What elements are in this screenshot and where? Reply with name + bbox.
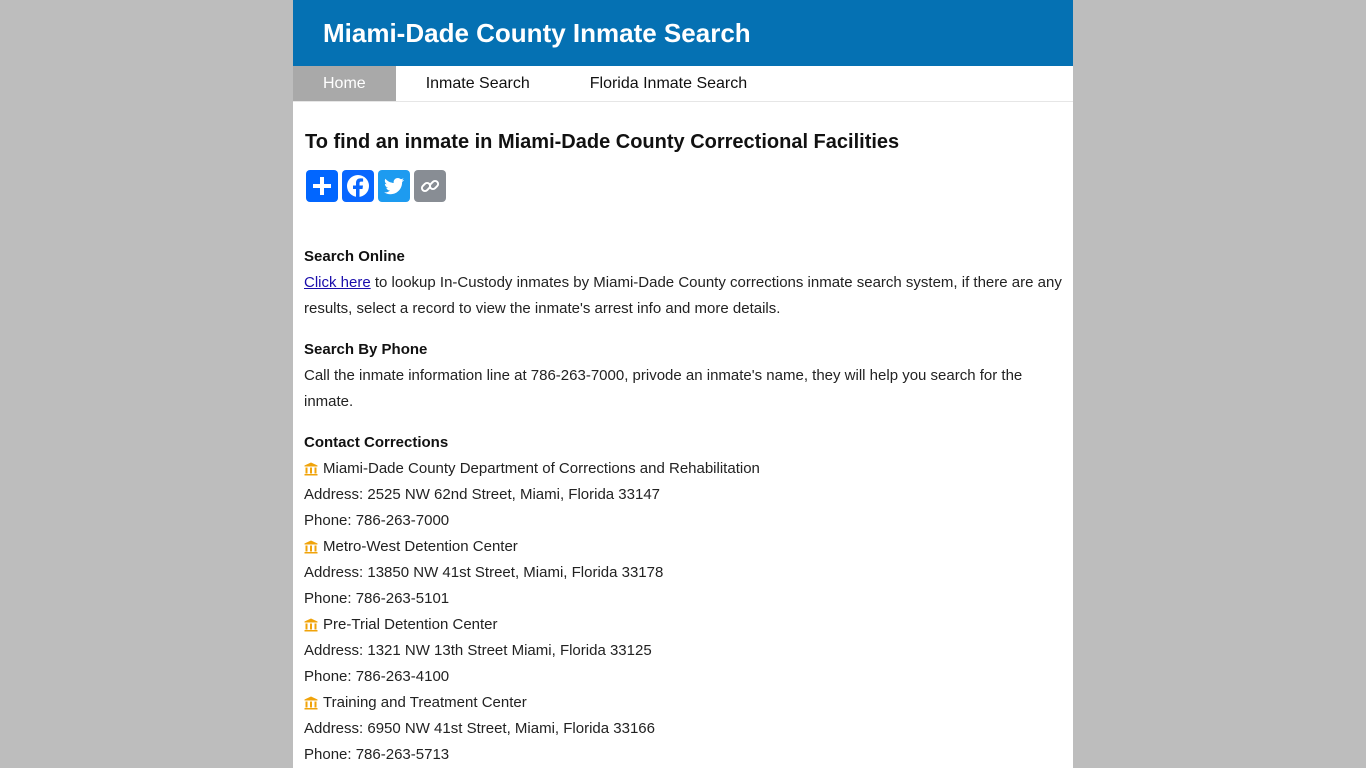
search-online-title: Search Online: [304, 248, 405, 265]
building-icon: [304, 696, 318, 710]
plus-icon: [313, 177, 331, 195]
facility-name-text: Miami-Dade County Department of Correcti…: [323, 460, 760, 477]
twitter-icon: [384, 177, 405, 195]
nav-inmate-search[interactable]: Inmate Search: [396, 66, 560, 101]
search-phone-section: Search By Phone Call the inmate informat…: [304, 337, 1062, 415]
contact-section: Contact Corrections Miami-Dade County De…: [304, 430, 1062, 768]
share-twitter-button[interactable]: [378, 170, 410, 202]
site-header: Miami-Dade County Inmate Search: [293, 0, 1073, 66]
copy-link-icon: [420, 179, 440, 193]
share-bar: [306, 170, 1062, 202]
facility-address: Address: 13850 NW 41st Street, Miami, Fl…: [304, 564, 664, 581]
copy-link-button[interactable]: [414, 170, 446, 202]
facility-name-text: Metro-West Detention Center: [323, 538, 518, 555]
facility-address: Address: 2525 NW 62nd Street, Miami, Flo…: [304, 486, 661, 503]
main-content: To find an inmate in Miami-Dade County C…: [293, 130, 1073, 768]
facility-address: Address: 6950 NW 41st Street, Miami, Flo…: [304, 720, 655, 737]
building-icon: [304, 618, 318, 632]
facility-name: Metro-West Detention Center: [304, 534, 1062, 560]
facility-phone: Phone: 786-263-5101: [304, 590, 450, 607]
search-online-section: Search Online Click here to lookup In-Cu…: [304, 244, 1062, 322]
facility-name: Miami-Dade County Department of Correcti…: [304, 456, 1062, 482]
building-icon: [304, 540, 318, 554]
search-online-text: Click here to lookup In-Custody inmates …: [304, 270, 1062, 322]
facebook-icon: [347, 175, 369, 198]
facility-name-text: Training and Treatment Center: [323, 694, 527, 711]
nav-home[interactable]: Home: [293, 66, 396, 101]
facility-address: Address: 1321 NW 13th Street Miami, Flor…: [304, 642, 652, 659]
nav-florida-inmate-search[interactable]: Florida Inmate Search: [560, 66, 777, 101]
facility-name-text: Pre-Trial Detention Center: [323, 616, 498, 633]
facility-name: Training and Treatment Center: [304, 690, 1062, 716]
search-online-description: to lookup In-Custody inmates by Miami-Da…: [304, 274, 1062, 317]
main-nav: Home Inmate Search Florida Inmate Search: [293, 66, 1073, 102]
facility-phone: Phone: 786-263-5713: [304, 746, 450, 763]
share-facebook-button[interactable]: [342, 170, 374, 202]
facility-name: Pre-Trial Detention Center: [304, 612, 1062, 638]
page-container: Miami-Dade County Inmate Search Home Inm…: [293, 0, 1073, 768]
site-title[interactable]: Miami-Dade County Inmate Search: [323, 18, 751, 49]
share-plus-button[interactable]: [306, 170, 338, 202]
page-heading: To find an inmate in Miami-Dade County C…: [305, 131, 900, 153]
search-phone-title: Search By Phone: [304, 341, 428, 358]
building-icon: [304, 462, 318, 476]
facility-phone: Phone: 786-263-4100: [304, 668, 450, 685]
contact-title: Contact Corrections: [304, 434, 449, 451]
facility-phone: Phone: 786-263-7000: [304, 512, 450, 529]
search-phone-text: Call the inmate information line at 786-…: [304, 367, 1023, 410]
click-here-link[interactable]: Click here: [304, 274, 371, 291]
